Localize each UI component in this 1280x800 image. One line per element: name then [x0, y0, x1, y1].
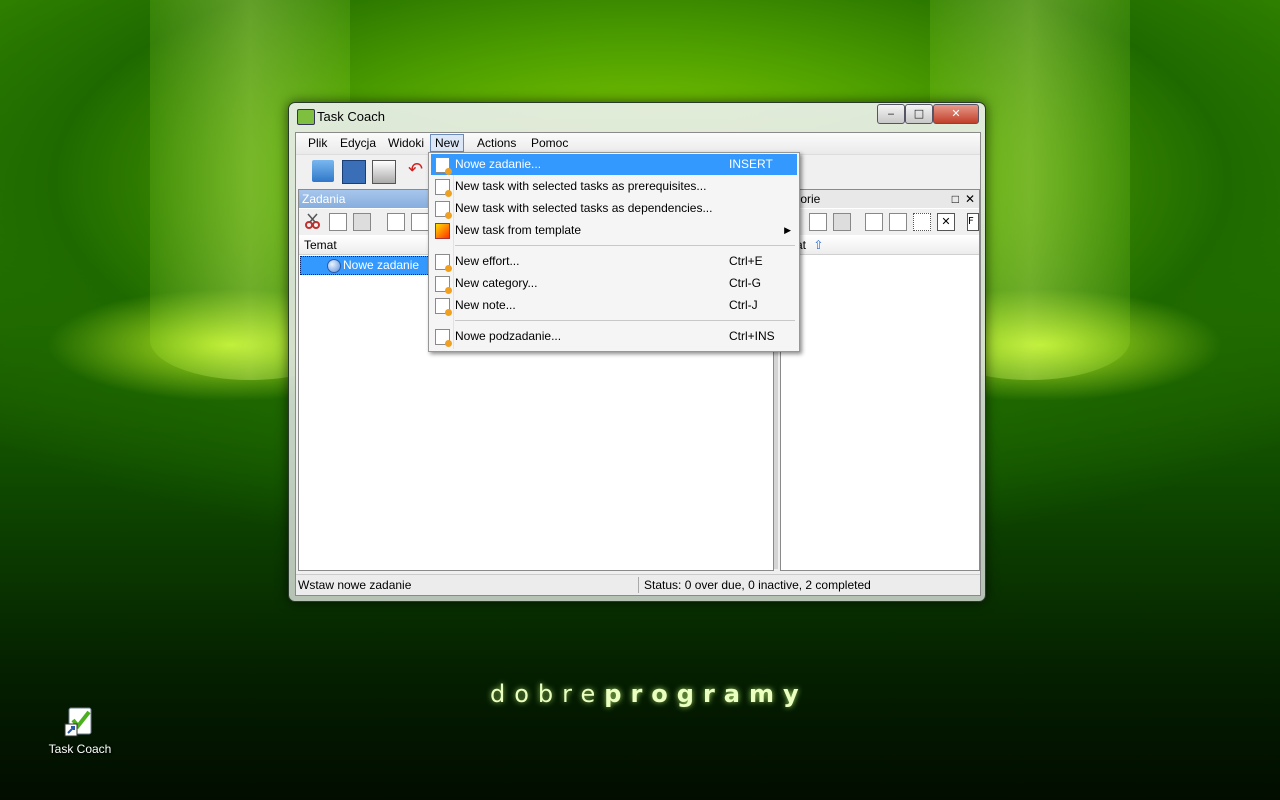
close-button[interactable]: ✕ — [933, 104, 979, 124]
save-icon[interactable] — [342, 160, 366, 184]
new-task-icon — [435, 157, 452, 175]
status-summary: Status: 0 over due, 0 inactive, 2 comple… — [644, 578, 871, 592]
menu-item-label: New category... — [455, 276, 538, 290]
menu-item-shortcut: Ctrl-J — [729, 298, 758, 312]
dobreprogramy-wordmark: dobreprogramy — [490, 680, 808, 708]
desktop-icon-label: Task Coach — [48, 742, 112, 756]
categories-pane-title: egorie □ ✕ — [781, 190, 979, 208]
menu-separator — [455, 320, 795, 321]
menu-actions[interactable]: Actions — [473, 135, 520, 151]
menu-item-label: New effort... — [455, 254, 520, 268]
copy-icon[interactable] — [329, 213, 347, 231]
minimize-button[interactable]: ‒ — [877, 104, 905, 124]
menu-item-new-task[interactable]: Nowe zadanie... INSERT — [431, 154, 797, 175]
open-folder-icon[interactable] — [312, 160, 334, 182]
print-icon[interactable] — [372, 160, 396, 184]
menu-item-shortcut: Ctrl-G — [729, 276, 761, 290]
menu-item-shortcut: Ctrl+INS — [729, 329, 775, 343]
menu-item-new-category[interactable]: New category... Ctrl-G — [431, 273, 797, 294]
filter-button-partial[interactable]: F — [967, 213, 979, 231]
app-icon — [297, 109, 315, 125]
menu-item-label: Nowe zadanie... — [455, 157, 542, 171]
edit-icon[interactable] — [913, 213, 931, 231]
task-row[interactable]: Nowe zadanie — [300, 256, 430, 275]
menu-pomoc[interactable]: Pomoc — [527, 135, 572, 151]
paste-icon[interactable] — [353, 213, 371, 231]
menu-item-label: New task with selected tasks as prerequi… — [455, 179, 707, 193]
menu-item-label: Nowe podzadanie... — [455, 329, 562, 343]
task-status-icon — [327, 259, 341, 273]
task-coach-icon — [63, 706, 97, 738]
new-task-icon — [435, 201, 452, 219]
cut-icon[interactable] — [305, 213, 321, 229]
new-task-icon[interactable] — [387, 213, 405, 231]
desktop-icon-task-coach[interactable]: Task Coach — [42, 706, 118, 766]
undo-icon[interactable]: ↶ — [408, 160, 430, 182]
task-row-label: Nowe zadanie — [343, 258, 420, 272]
new-note-icon — [435, 298, 452, 316]
menu-item-new-task-dependencies[interactable]: New task with selected tasks as dependen… — [431, 198, 797, 219]
menu-item-new-task-from-template[interactable]: New task from template ▶ — [431, 220, 797, 241]
copy-icon[interactable] — [809, 213, 827, 231]
paste-icon[interactable] — [833, 213, 851, 231]
status-hint: Wstaw nowe zadanie — [298, 578, 412, 592]
delete-icon[interactable]: ✕ — [937, 213, 955, 231]
sort-ascending-icon: ⇧ — [813, 238, 824, 252]
new-category-icon — [435, 276, 452, 294]
menu-plik[interactable]: Plik — [304, 135, 331, 151]
menu-item-shortcut: INSERT — [729, 157, 773, 171]
new-category-icon[interactable] — [865, 213, 883, 231]
template-icon — [435, 223, 450, 239]
title-bar[interactable]: Task Coach ‒ □ ✕ — [289, 103, 985, 131]
new-menu-dropdown: Nowe zadanie... INSERT New task with sel… — [428, 152, 800, 352]
menu-separator — [455, 245, 795, 246]
menu-edycja[interactable]: Edycja — [336, 135, 380, 151]
menu-item-new-task-prerequisites[interactable]: New task with selected tasks as prerequi… — [431, 176, 797, 197]
menu-item-new-effort[interactable]: New effort... Ctrl+E — [431, 251, 797, 272]
categories-pane-toolbar: ✕ F — [781, 209, 979, 235]
new-subtask-icon[interactable] — [411, 213, 429, 231]
categories-pane: egorie □ ✕ ✕ F mat ⇧ — [780, 189, 980, 571]
pane-maximize-icon[interactable]: □ — [952, 190, 959, 208]
menu-new[interactable]: New — [430, 134, 465, 152]
window-title: Task Coach — [317, 109, 385, 124]
status-bar: Wstaw nowe zadanie Status: 0 over due, 0… — [296, 574, 980, 595]
menu-widoki[interactable]: Widoki — [384, 135, 428, 151]
new-subcategory-icon[interactable] — [889, 213, 907, 231]
new-effort-icon — [435, 254, 452, 272]
submenu-arrow-icon: ▶ — [784, 225, 791, 235]
new-subtask-icon — [435, 329, 452, 347]
menu-item-label: New task from template — [455, 223, 582, 237]
menu-item-label: New note... — [455, 298, 516, 312]
menu-item-new-note[interactable]: New note... Ctrl-J — [431, 295, 797, 316]
menu-item-shortcut: Ctrl+E — [729, 254, 763, 268]
new-task-icon — [435, 179, 452, 197]
column-header-temat-categories[interactable]: mat ⇧ — [781, 236, 979, 255]
pane-close-icon[interactable]: ✕ — [965, 190, 975, 208]
maximize-button[interactable]: □ — [905, 104, 933, 124]
status-divider — [638, 577, 639, 593]
menu-item-label: New task with selected tasks as dependen… — [455, 201, 713, 215]
menu-item-new-subtask[interactable]: Nowe podzadanie... Ctrl+INS — [431, 326, 797, 347]
